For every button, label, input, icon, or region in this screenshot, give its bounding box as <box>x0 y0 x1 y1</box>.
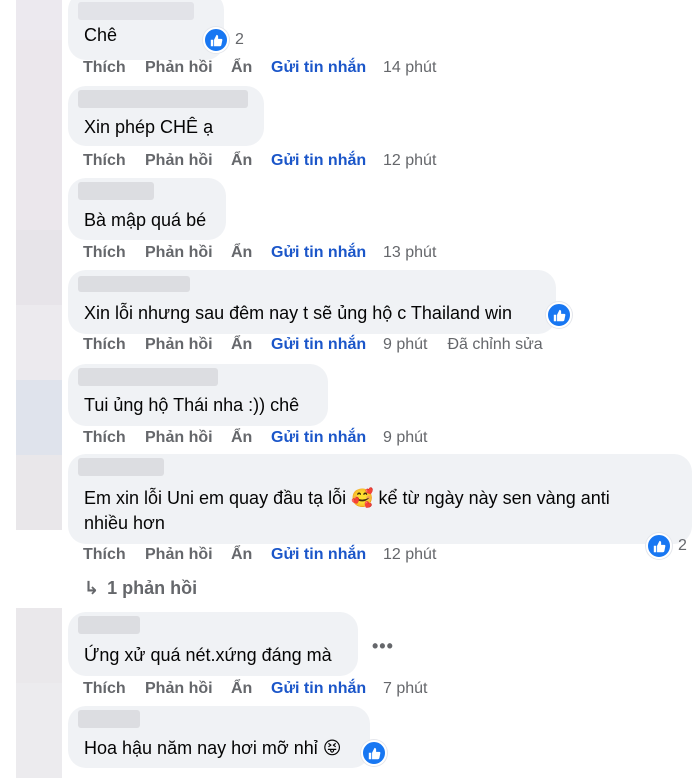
more-dots-icon[interactable]: ••• <box>372 636 394 657</box>
comment-text: Tui ủng hộ Thái nha :)) chê <box>84 395 300 415</box>
comment-bubble: Em xin lỗi Uni em quay đầu tạ lỗi 🥰 kể t… <box>68 454 692 544</box>
send-message-link[interactable]: Gửi tin nhắn <box>271 244 383 262</box>
send-message-link[interactable]: Gửi tin nhắn <box>271 59 383 77</box>
reply-link[interactable]: Phản hồi <box>145 59 231 77</box>
avatar[interactable] <box>16 683 62 778</box>
comment-text: Em xin lỗi Uni em quay đầu tạ lỗi 🥰 kể t… <box>84 488 610 508</box>
commenter-name[interactable] <box>78 2 194 20</box>
timestamp[interactable]: 14 phút <box>383 59 436 77</box>
like-link[interactable]: Thích <box>83 546 145 564</box>
hide-link[interactable]: Ẩn <box>231 244 271 262</box>
thumbs-up-icon <box>646 533 672 559</box>
comment-text: Chê <box>84 25 118 45</box>
hide-link[interactable]: Ẩn <box>231 429 271 447</box>
hide-link[interactable]: Ẩn <box>231 152 271 170</box>
commenter-name[interactable] <box>78 276 190 292</box>
avatar[interactable] <box>16 305 62 380</box>
send-message-link[interactable]: Gửi tin nhắn <box>271 152 383 170</box>
like-link[interactable]: Thích <box>83 244 145 262</box>
send-message-link[interactable]: Gửi tin nhắn <box>271 680 383 698</box>
hide-link[interactable]: Ẩn <box>231 680 271 698</box>
comment-bubble: Xin phép CHÊ ạ <box>68 86 264 146</box>
timestamp[interactable]: 12 phút <box>383 152 436 170</box>
comment-actions: Thích Phản hồi Ẩn Gửi tin nhắn 12 phút <box>83 546 436 564</box>
commenter-name[interactable] <box>78 710 140 728</box>
send-message-link[interactable]: Gửi tin nhắn <box>271 336 383 354</box>
like-link[interactable]: Thích <box>83 429 145 447</box>
timestamp[interactable]: 12 phút <box>383 546 436 564</box>
comment-text: Hoa hậu năm nay hơi mỡ nhỉ 😝 <box>84 738 342 758</box>
avatar[interactable] <box>16 380 62 455</box>
timestamp[interactable]: 7 phút <box>383 680 427 698</box>
view-replies-link[interactable]: ↳ 1 phản hồi <box>84 578 197 599</box>
reply-link[interactable]: Phản hồi <box>145 336 231 354</box>
timestamp[interactable]: 9 phút <box>383 336 427 354</box>
like-link[interactable]: Thích <box>83 59 145 77</box>
reply-link[interactable]: Phản hồi <box>145 680 231 698</box>
comment-text-continued: nhiều hơn <box>84 513 165 533</box>
reaction-count[interactable]: 2 <box>203 27 244 53</box>
commenter-name[interactable] <box>78 458 164 476</box>
like-link[interactable]: Thích <box>83 152 145 170</box>
reply-link[interactable]: Phản hồi <box>145 244 231 262</box>
send-message-link[interactable]: Gửi tin nhắn <box>271 546 383 564</box>
comment-actions: Thích Phản hồi Ẩn Gửi tin nhắn 12 phút <box>83 152 436 170</box>
timestamp[interactable]: 13 phút <box>383 244 436 262</box>
comment-text: Xin phép CHÊ ạ <box>84 117 214 137</box>
timestamp[interactable]: 9 phút <box>383 429 427 447</box>
like-link[interactable]: Thích <box>83 680 145 698</box>
comment-text: Bà mập quá bé <box>84 210 207 230</box>
comment-bubble: Tui ủng hộ Thái nha :)) chê <box>68 364 328 426</box>
comment-bubble: Hoa hậu năm nay hơi mỡ nhỉ 😝 <box>68 706 370 768</box>
comment-text: Ứng xử quá nét.xứng đáng mà <box>84 645 332 665</box>
comment-actions: Thích Phản hồi Ẩn Gửi tin nhắn 14 phút <box>83 59 436 77</box>
hide-link[interactable]: Ẩn <box>231 336 271 354</box>
comment-bubble: Chê <box>68 0 224 60</box>
thumbs-up-icon <box>361 740 387 766</box>
avatar[interactable] <box>16 608 62 683</box>
hide-link[interactable]: Ẩn <box>231 59 271 77</box>
edited-label: Đã chỉnh sửa <box>447 336 543 353</box>
comment-bubble: Bà mập quá bé <box>68 178 226 240</box>
send-message-link[interactable]: Gửi tin nhắn <box>271 429 383 447</box>
thumbs-up-icon <box>546 302 572 328</box>
reply-link[interactable]: Phản hồi <box>145 429 231 447</box>
avatar[interactable] <box>16 40 62 230</box>
reaction-count[interactable] <box>361 740 387 766</box>
like-link[interactable]: Thích <box>83 336 145 354</box>
avatar[interactable] <box>16 230 62 305</box>
comment-actions: Thích Phản hồi Ẩn Gửi tin nhắn 13 phút <box>83 244 436 262</box>
comment-actions: Thích Phản hồi Ẩn Gửi tin nhắn 9 phút <box>83 429 427 447</box>
comment-bubble: Xin lỗi nhưng sau đêm nay t sẽ ủng hộ c … <box>68 270 556 334</box>
reaction-count[interactable]: 2 <box>646 533 687 559</box>
comment-actions: Thích Phản hồi Ẩn Gửi tin nhắn 7 phút <box>83 680 427 698</box>
comment-bubble: Ứng xử quá nét.xứng đáng mà <box>68 612 358 676</box>
comment-actions: Thích Phản hồi Ẩn Gửi tin nhắn 9 phút Đã… <box>83 336 543 354</box>
reply-arrow-icon: ↳ <box>84 578 100 598</box>
commenter-name[interactable] <box>78 90 248 108</box>
avatar[interactable] <box>16 455 62 530</box>
commenter-name[interactable] <box>78 368 218 386</box>
commenter-name[interactable] <box>78 616 140 634</box>
reaction-count[interactable] <box>546 302 572 328</box>
hide-link[interactable]: Ẩn <box>231 546 271 564</box>
reply-link[interactable]: Phản hồi <box>145 546 231 564</box>
reply-link[interactable]: Phản hồi <box>145 152 231 170</box>
comment-text: Xin lỗi nhưng sau đêm nay t sẽ ủng hộ c … <box>84 303 512 323</box>
commenter-name[interactable] <box>78 182 154 200</box>
thumbs-up-icon <box>203 27 229 53</box>
avatar[interactable] <box>16 0 62 40</box>
